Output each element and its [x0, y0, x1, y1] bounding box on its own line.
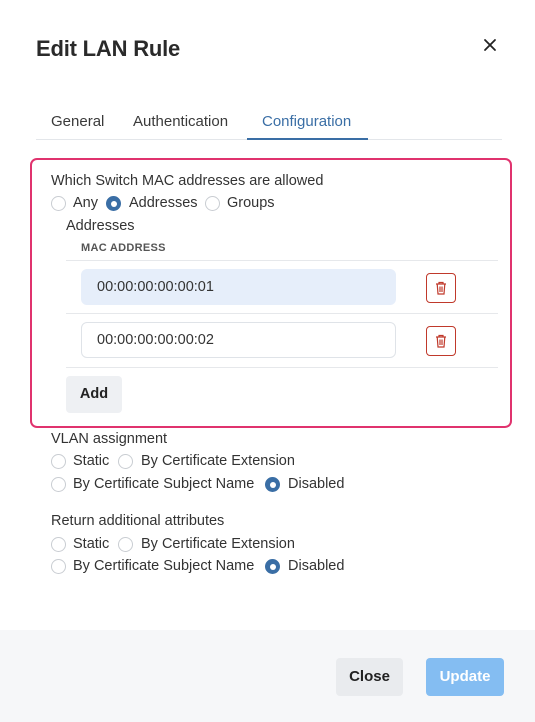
- radio-any-label: Any: [73, 195, 98, 211]
- switch-mac-question: Which Switch MAC addresses are allowed: [51, 173, 324, 189]
- attr-cert-subject-label: By Certificate Subject Name: [73, 558, 255, 574]
- active-tab-indicator: [247, 138, 368, 140]
- tab-bar: General Authentication Configuration: [36, 106, 502, 140]
- mac-address-column-header: MAC ADDRESS: [81, 242, 166, 254]
- tab-authentication[interactable]: Authentication: [133, 113, 228, 130]
- radio-any[interactable]: [51, 196, 66, 211]
- attr-radio-disabled[interactable]: [265, 559, 280, 574]
- vlan-static-label: Static: [73, 453, 110, 469]
- vlan-radio-cert-subject[interactable]: [51, 477, 66, 492]
- update-button[interactable]: Update: [426, 658, 504, 696]
- table-divider: [66, 313, 498, 314]
- vlan-disabled-label: Disabled: [288, 476, 345, 492]
- return-attributes-label: Return additional attributes: [51, 513, 225, 529]
- attr-disabled-label: Disabled: [288, 558, 345, 574]
- attr-static-label: Static: [73, 536, 110, 552]
- vlan-cert-extension-label: By Certificate Extension: [141, 453, 295, 469]
- attr-radio-cert-extension[interactable]: [118, 537, 133, 552]
- radio-addresses[interactable]: [106, 196, 121, 211]
- vlan-radio-disabled[interactable]: [265, 477, 280, 492]
- attr-radio-static[interactable]: [51, 537, 66, 552]
- add-address-button[interactable]: Add: [66, 376, 122, 413]
- mac-address-input[interactable]: 00:00:00:00:00:01: [81, 269, 396, 305]
- vlan-radio-static[interactable]: [51, 454, 66, 469]
- vlan-assignment-label: VLAN assignment: [51, 431, 168, 447]
- close-button[interactable]: Close: [336, 658, 403, 696]
- tab-general[interactable]: General: [51, 113, 104, 130]
- delete-mac-button[interactable]: [426, 326, 456, 356]
- close-icon[interactable]: [480, 36, 500, 56]
- dialog-title: Edit LAN Rule: [36, 36, 181, 61]
- mac-address-input[interactable]: 00:00:00:00:00:02: [81, 322, 396, 358]
- trash-icon: [436, 334, 446, 348]
- delete-mac-button[interactable]: [426, 273, 456, 303]
- radio-addresses-label: Addresses: [129, 195, 198, 211]
- radio-groups-label: Groups: [227, 195, 275, 211]
- vlan-radio-cert-extension[interactable]: [118, 454, 133, 469]
- attr-radio-cert-subject[interactable]: [51, 559, 66, 574]
- radio-groups[interactable]: [205, 196, 220, 211]
- vlan-cert-subject-label: By Certificate Subject Name: [73, 476, 255, 492]
- table-divider: [66, 260, 498, 261]
- attr-cert-extension-label: By Certificate Extension: [141, 536, 295, 552]
- addresses-label: Addresses: [66, 218, 135, 234]
- tab-configuration[interactable]: Configuration: [262, 113, 351, 130]
- trash-icon: [436, 281, 446, 295]
- table-divider: [66, 367, 498, 368]
